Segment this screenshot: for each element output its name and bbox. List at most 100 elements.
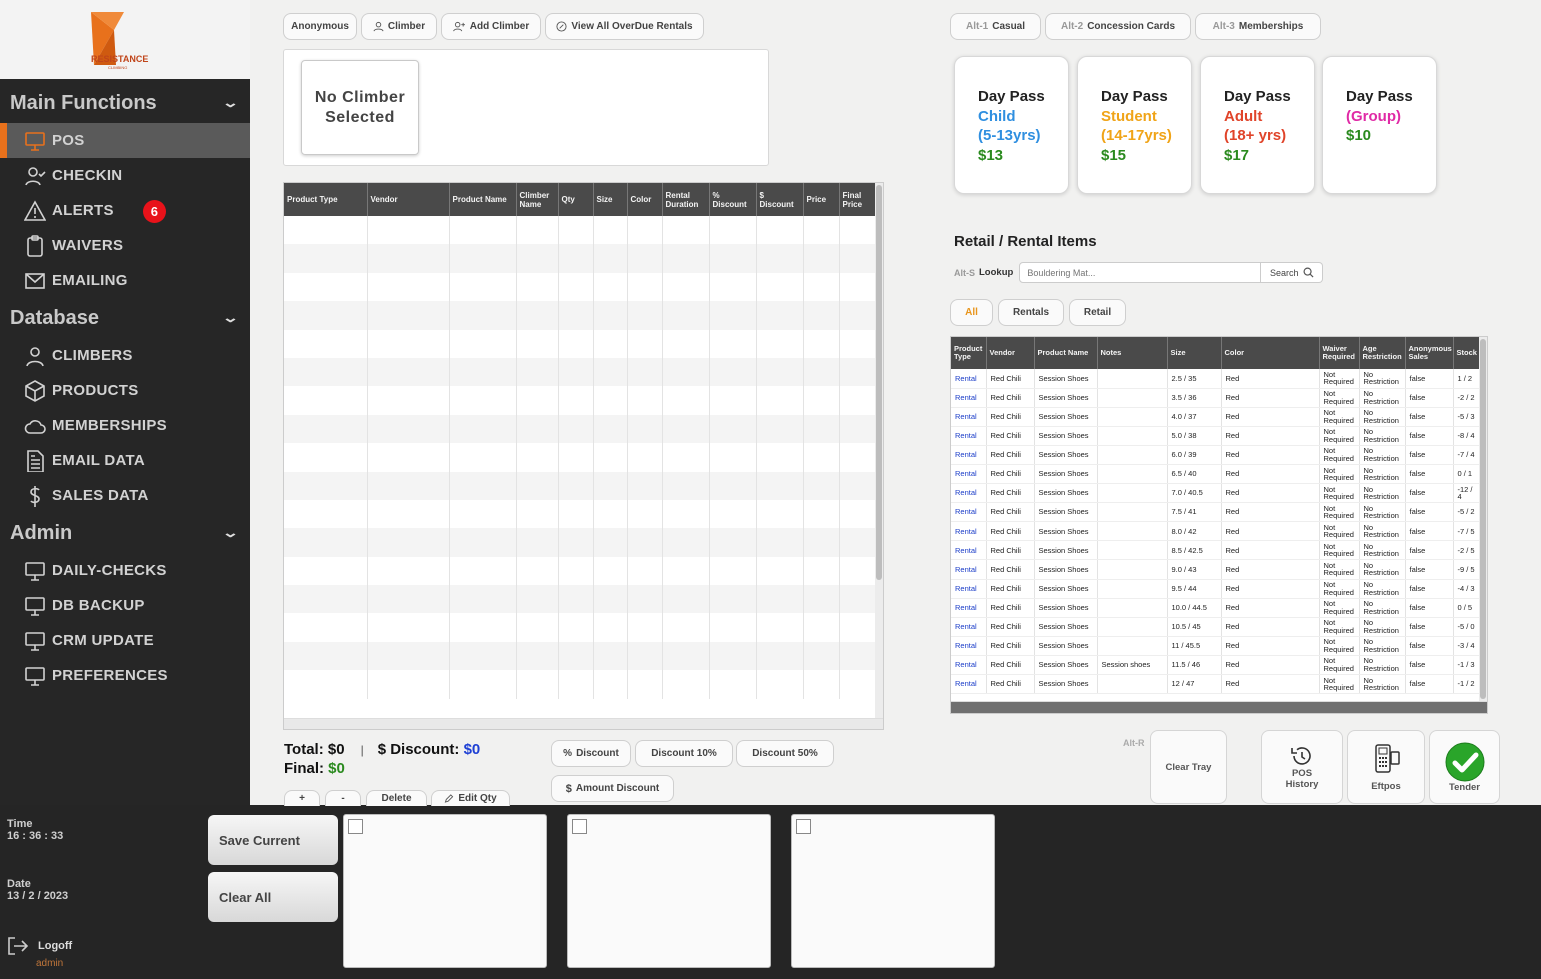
product-column-header[interactable]: Color <box>1221 337 1320 369</box>
product-cell[interactable]: Rental <box>951 445 987 465</box>
search-button[interactable]: Search <box>1261 262 1324 283</box>
clear-all-button[interactable]: Clear All <box>208 872 338 922</box>
day-pass-card[interactable]: Day Pass Adult (18+ yrs) $17 <box>1200 56 1315 194</box>
tender-button[interactable]: Tender <box>1429 730 1500 804</box>
sidebar-item-climbers[interactable]: CLIMBERS <box>0 338 250 373</box>
cart-column-header[interactable]: Rental Duration <box>662 183 710 216</box>
sidebar-item-products[interactable]: PRODUCTS <box>0 373 250 408</box>
clear-tray-button[interactable]: Clear Tray <box>1150 730 1227 804</box>
product-column-header[interactable]: Product Type <box>951 337 987 369</box>
product-cell[interactable]: Rental <box>951 464 987 485</box>
product-row[interactable]: Rental Red Chili Session Shoes 10.5 / 45 Red… <box>951 617 1482 637</box>
product-column-header[interactable]: Anonymous Sales <box>1405 337 1454 369</box>
nav-section-header[interactable]: Main Functions ⌄ <box>0 83 250 123</box>
cart-column-header[interactable]: Size <box>593 183 628 216</box>
cart-row[interactable] <box>284 272 878 302</box>
saved-tray-2[interactable] <box>567 814 771 968</box>
product-row[interactable]: Rental Red Chili Session Shoes 4.0 / 37 Red N… <box>951 407 1482 427</box>
cart-column-header[interactable]: Color <box>627 183 663 216</box>
sidebar-item-daily-checks[interactable]: DAILY-CHECKS <box>0 553 250 588</box>
amount-discount-button[interactable]: $ Amount Discount <box>551 775 674 802</box>
cart-column-header[interactable]: Product Name <box>449 183 517 216</box>
product-cell[interactable]: Rental <box>951 579 987 599</box>
cart-row[interactable] <box>284 641 878 671</box>
product-row[interactable]: Rental Red Chili Session Shoes 9.0 / 43 Red N… <box>951 559 1482 580</box>
pos-history-button[interactable]: POS History <box>1261 730 1343 804</box>
cart-column-header[interactable]: Climber Name <box>516 183 559 216</box>
product-cell[interactable]: Rental <box>951 617 987 637</box>
product-row[interactable]: Rental Red Chili Session Shoes 3.5 / 36 Red N… <box>951 388 1482 408</box>
sidebar-item-waivers[interactable]: WAIVERS <box>0 228 250 263</box>
product-row[interactable]: Rental Red Chili Session Shoes 5.0 / 38 Red N… <box>951 426 1482 446</box>
sidebar-item-checkin[interactable]: CHECKIN <box>0 158 250 193</box>
add-climber-button[interactable]: Add Climber <box>441 13 541 40</box>
filter-all[interactable]: All <box>950 299 993 326</box>
tab-casual[interactable]: Alt-1 Casual <box>950 13 1041 40</box>
qty-minus-button[interactable]: - <box>325 790 361 806</box>
product-cell[interactable]: Rental <box>951 636 987 656</box>
product-row[interactable]: Rental Red Chili Session Shoes 7.0 / 40.5 Re… <box>951 483 1482 504</box>
product-cell[interactable]: Rental <box>951 502 987 523</box>
product-cell[interactable]: Rental <box>951 521 987 542</box>
delete-button[interactable]: Delete <box>366 790 427 806</box>
day-pass-card[interactable]: Day Pass Child (5-13yrs) $13 <box>954 56 1069 194</box>
product-row[interactable]: Rental Red Chili Session Shoes Session shoe… <box>951 655 1482 676</box>
nav-section-header[interactable]: Admin ⌄ <box>0 513 250 553</box>
product-cell[interactable]: Rental <box>951 540 987 561</box>
product-row[interactable]: Rental Red Chili Session Shoes 8.0 / 42 Red N… <box>951 521 1482 542</box>
cart-column-header[interactable]: Product Type <box>284 183 368 216</box>
product-hscrollbar[interactable] <box>951 701 1487 713</box>
filter-rentals[interactable]: Rentals <box>998 299 1064 326</box>
eftpos-button[interactable]: Eftpos <box>1347 730 1425 804</box>
cart-row[interactable] <box>284 528 878 557</box>
filter-retail[interactable]: Retail <box>1069 299 1126 326</box>
cart-row[interactable] <box>284 329 878 358</box>
saved-tray-1[interactable] <box>343 814 547 968</box>
day-pass-card[interactable]: Day Pass (Group) $10 <box>1322 56 1437 194</box>
cart-column-header[interactable]: Price <box>803 183 840 216</box>
sidebar-item-pos[interactable]: POS <box>0 123 250 158</box>
day-pass-card[interactable]: Day Pass Student (14-17yrs) $15 <box>1077 56 1192 194</box>
no-climber-card[interactable]: No Climber Selected <box>301 60 419 155</box>
cart-column-header[interactable]: Qty <box>558 183 594 216</box>
cart-column-header[interactable]: $ Discount <box>756 183 804 216</box>
product-cell[interactable]: Rental <box>951 407 987 427</box>
search-input[interactable] <box>1019 262 1262 283</box>
product-column-header[interactable]: Vendor <box>986 337 1035 369</box>
cart-row[interactable] <box>284 357 878 387</box>
product-row[interactable]: Rental Red Chili Session Shoes 8.5 / 42.5 Re… <box>951 540 1482 561</box>
product-column-header[interactable]: Age Restriction <box>1359 337 1406 369</box>
product-row[interactable]: Rental Red Chili Session Shoes 12 / 47 Red No… <box>951 674 1482 695</box>
product-scrollbar[interactable] <box>1479 337 1487 713</box>
product-cell[interactable]: Rental <box>951 674 987 695</box>
sidebar-item-sales-data[interactable]: SALES DATA <box>0 478 250 513</box>
climber-button[interactable]: Climber <box>361 13 437 40</box>
cart-row[interactable] <box>284 443 878 472</box>
sidebar-item-emailing[interactable]: EMAILING <box>0 263 250 298</box>
view-overdue-button[interactable]: View All OverDue Rentals <box>545 13 704 40</box>
cart-column-header[interactable]: % Discount <box>709 183 757 216</box>
cart-column-header[interactable]: Vendor <box>367 183 450 216</box>
sidebar-item-preferences[interactable]: PREFERENCES <box>0 658 250 693</box>
chevron-down-icon[interactable]: ⌄ <box>222 95 239 111</box>
edit-qty-button[interactable]: Edit Qty <box>431 790 510 806</box>
tab-memberships[interactable]: Alt-3 Memberships <box>1195 13 1321 40</box>
sidebar-item-db-backup[interactable]: DB BACKUP <box>0 588 250 623</box>
product-row[interactable]: Rental Red Chili Session Shoes 11 / 45.5 Red… <box>951 636 1482 656</box>
product-cell[interactable]: Rental <box>951 483 987 504</box>
cart-row[interactable] <box>284 471 878 500</box>
cart-row[interactable] <box>284 414 878 444</box>
cart-row[interactable] <box>284 585 878 614</box>
chevron-down-icon[interactable]: ⌄ <box>222 310 239 326</box>
tray-checkbox[interactable] <box>348 819 363 834</box>
chevron-down-icon[interactable]: ⌄ <box>222 525 239 541</box>
product-column-header[interactable]: Waiver Required <box>1319 337 1360 369</box>
product-cell[interactable]: Rental <box>951 388 987 408</box>
sidebar-item-email-data[interactable]: EMAIL DATA <box>0 443 250 478</box>
cart-row[interactable] <box>284 670 878 699</box>
product-row[interactable]: Rental Red Chili Session Shoes 6.0 / 39 Red N… <box>951 445 1482 465</box>
sidebar-item-crm-update[interactable]: CRM UPDATE <box>0 623 250 658</box>
percent-discount-button[interactable]: % Discount <box>551 740 631 767</box>
sidebar-item-memberships[interactable]: MEMBERSHIPS <box>0 408 250 443</box>
discount-10-button[interactable]: Discount 10% <box>635 740 733 767</box>
